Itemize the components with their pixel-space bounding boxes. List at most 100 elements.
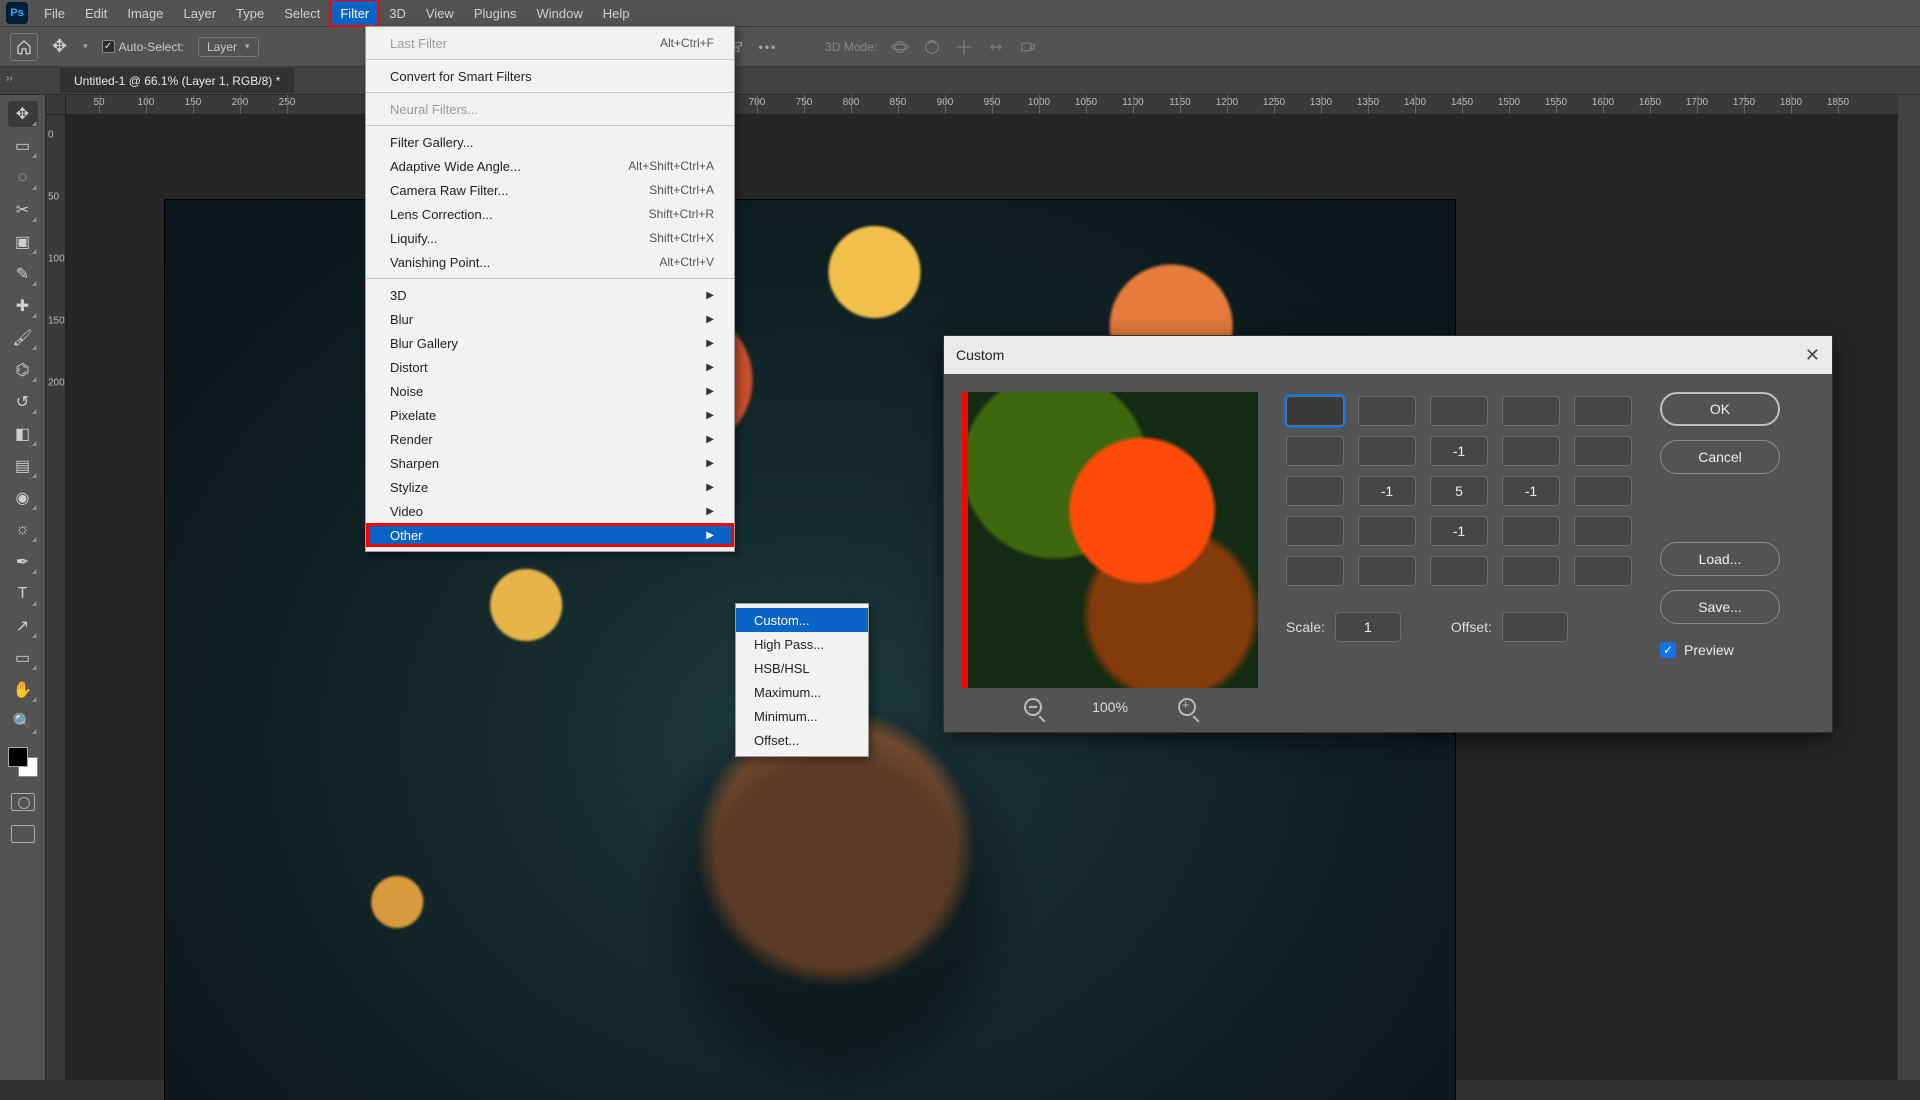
menuitem-filter-gallery-[interactable]: Filter Gallery... <box>366 130 734 154</box>
gradient-tool[interactable]: ▤ <box>8 453 38 479</box>
dodge-tool[interactable]: ☼ <box>8 517 38 543</box>
kernel-cell-3-0[interactable] <box>1286 516 1344 546</box>
quickmask-icon[interactable] <box>11 793 35 811</box>
kernel-cell-4-1[interactable] <box>1358 556 1416 586</box>
move-tool[interactable]: ✥ <box>8 101 38 127</box>
menuitem-custom-[interactable]: Custom... <box>736 608 868 632</box>
menuitem-distort[interactable]: Distort▶ <box>366 355 734 379</box>
kernel-cell-3-4[interactable] <box>1574 516 1632 546</box>
menuitem-lens-correction-[interactable]: Lens Correction...Shift+Ctrl+R <box>366 202 734 226</box>
menuitem-3d[interactable]: 3D▶ <box>366 283 734 307</box>
dialog-titlebar[interactable]: Custom ✕ <box>944 336 1832 374</box>
filter-preview-image[interactable] <box>962 392 1258 688</box>
kernel-cell-1-3[interactable] <box>1502 436 1560 466</box>
kernel-cell-4-3[interactable] <box>1502 556 1560 586</box>
menuitem-hsb-hsl[interactable]: HSB/HSL <box>736 656 868 680</box>
kernel-cell-0-4[interactable] <box>1574 396 1632 426</box>
slide-icon[interactable] <box>987 38 1005 56</box>
ok-button[interactable]: OK <box>1660 392 1780 426</box>
preview-toggle[interactable]: ✓ Preview <box>1660 642 1780 658</box>
menuitem-maximum-[interactable]: Maximum... <box>736 680 868 704</box>
menuitem-stylize[interactable]: Stylize▶ <box>366 475 734 499</box>
zoom-out-icon[interactable] <box>1024 698 1042 716</box>
marquee-tool[interactable]: ▭ <box>8 133 38 159</box>
lasso-tool[interactable]: ◌ <box>8 165 38 191</box>
kernel-cell-2-1[interactable]: -1 <box>1358 476 1416 506</box>
heal-tool[interactable]: ✚ <box>8 293 38 319</box>
menu-plugins[interactable]: Plugins <box>464 0 527 26</box>
hand-tool[interactable]: ✋ <box>8 677 38 703</box>
kernel-cell-0-2[interactable] <box>1430 396 1488 426</box>
load-button[interactable]: Load... <box>1660 542 1780 576</box>
offset-input[interactable] <box>1502 612 1568 642</box>
roll-icon[interactable] <box>923 38 941 56</box>
menuitem-offset-[interactable]: Offset... <box>736 728 868 752</box>
kernel-cell-2-2[interactable]: 5 <box>1430 476 1488 506</box>
panel-toggle-icon[interactable]: ›› <box>6 73 13 84</box>
menuitem-blur[interactable]: Blur▶ <box>366 307 734 331</box>
path-tool[interactable]: ↗ <box>8 613 38 639</box>
menu-image[interactable]: Image <box>117 0 173 26</box>
menuitem-minimum-[interactable]: Minimum... <box>736 704 868 728</box>
more-options-icon[interactable]: ••• <box>759 40 778 54</box>
menuitem-blur-gallery[interactable]: Blur Gallery▶ <box>366 331 734 355</box>
brush-tool[interactable]: 🖌 <box>8 325 38 351</box>
document-tab[interactable]: Untitled-1 @ 66.1% (Layer 1, RGB/8) * <box>60 68 294 93</box>
menuitem-adaptive-wide-angle-[interactable]: Adaptive Wide Angle...Alt+Shift+Ctrl+A <box>366 154 734 178</box>
ruler-horizontal[interactable]: 0501001502002505506006507007508008509009… <box>46 95 1898 115</box>
menu-type[interactable]: Type <box>226 0 274 26</box>
menu-filter[interactable]: Filter <box>330 0 379 26</box>
menuitem-other[interactable]: Other▶ <box>366 523 734 547</box>
menu-window[interactable]: Window <box>526 0 592 26</box>
menuitem-pixelate[interactable]: Pixelate▶ <box>366 403 734 427</box>
kernel-cell-1-1[interactable] <box>1358 436 1416 466</box>
menu-3d[interactable]: 3D <box>379 0 416 26</box>
kernel-cell-0-0[interactable] <box>1286 396 1344 426</box>
camera-icon[interactable] <box>1019 38 1037 56</box>
kernel-cell-2-0[interactable] <box>1286 476 1344 506</box>
menu-layer[interactable]: Layer <box>174 0 227 26</box>
orbit-icon[interactable] <box>891 38 909 56</box>
menu-select[interactable]: Select <box>274 0 330 26</box>
close-icon[interactable]: ✕ <box>1805 345 1820 366</box>
kernel-cell-1-2[interactable]: -1 <box>1430 436 1488 466</box>
menuitem-video[interactable]: Video▶ <box>366 499 734 523</box>
kernel-cell-0-1[interactable] <box>1358 396 1416 426</box>
kernel-cell-3-1[interactable] <box>1358 516 1416 546</box>
kernel-cell-2-4[interactable] <box>1574 476 1632 506</box>
menuitem-liquify-[interactable]: Liquify...Shift+Ctrl+X <box>366 226 734 250</box>
kernel-cell-2-3[interactable]: -1 <box>1502 476 1560 506</box>
crop-tool[interactable]: ✂ <box>8 197 38 223</box>
preview-checkbox[interactable]: ✓ <box>1660 642 1676 658</box>
ruler-vertical[interactable]: 050100150200 <box>46 115 66 1080</box>
frame-tool[interactable]: ▣ <box>8 229 38 255</box>
kernel-cell-4-2[interactable] <box>1430 556 1488 586</box>
menuitem-sharpen[interactable]: Sharpen▶ <box>366 451 734 475</box>
kernel-cell-4-4[interactable] <box>1574 556 1632 586</box>
menuitem-render[interactable]: Render▶ <box>366 427 734 451</box>
kernel-cell-3-3[interactable] <box>1502 516 1560 546</box>
auto-select-checkbox[interactable]: ✓ <box>102 40 115 53</box>
kernel-cell-1-0[interactable] <box>1286 436 1344 466</box>
menuitem-camera-raw-filter-[interactable]: Camera Raw Filter...Shift+Ctrl+A <box>366 178 734 202</box>
menu-view[interactable]: View <box>416 0 464 26</box>
menu-edit[interactable]: Edit <box>75 0 117 26</box>
cancel-button[interactable]: Cancel <box>1660 440 1780 474</box>
home-button[interactable] <box>10 33 38 61</box>
pan-icon[interactable] <box>955 38 973 56</box>
menu-file[interactable]: File <box>34 0 75 26</box>
kernel-cell-1-4[interactable] <box>1574 436 1632 466</box>
screenmode-icon[interactable] <box>11 825 35 843</box>
menuitem-noise[interactable]: Noise▶ <box>366 379 734 403</box>
zoom-tool[interactable]: 🔍 <box>8 709 38 735</box>
color-swatch[interactable] <box>8 747 38 777</box>
menuitem-vanishing-point-[interactable]: Vanishing Point...Alt+Ctrl+V <box>366 250 734 274</box>
kernel-cell-0-3[interactable] <box>1502 396 1560 426</box>
type-tool[interactable]: T <box>8 581 38 607</box>
pen-tool[interactable]: ✒ <box>8 549 38 575</box>
history-tool[interactable]: ↺ <box>8 389 38 415</box>
menu-help[interactable]: Help <box>593 0 640 26</box>
kernel-cell-4-0[interactable] <box>1286 556 1344 586</box>
ruler-origin[interactable] <box>46 95 66 115</box>
eyedropper-tool[interactable]: ✎ <box>8 261 38 287</box>
